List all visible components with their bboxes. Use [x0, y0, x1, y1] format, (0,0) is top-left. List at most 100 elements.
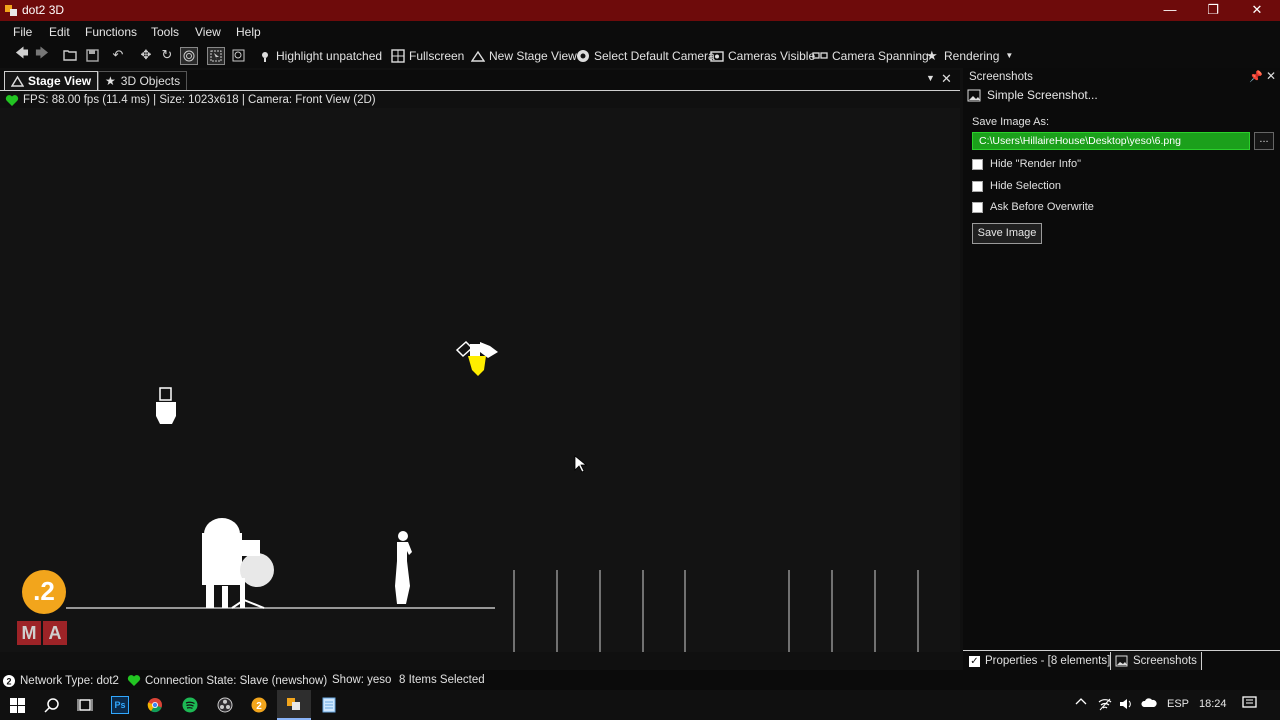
spotify-icon[interactable] — [173, 690, 207, 720]
dot2-3d-taskbar-icon[interactable] — [277, 690, 311, 720]
singer-figure[interactable] — [395, 531, 412, 604]
minimize-button[interactable]: — — [1148, 0, 1192, 21]
close-icon[interactable]: ✕ — [1266, 69, 1276, 83]
orbit-icon[interactable] — [180, 47, 198, 65]
cameras-visible-label: Cameras Visible — [728, 48, 816, 63]
notepad-icon[interactable] — [312, 690, 346, 720]
tab-properties[interactable]: ✓ Properties - [8 elements] — [965, 652, 1114, 670]
search-icon[interactable] — [34, 690, 68, 720]
right-panel-tabs: ✓ Properties - [8 elements] Screenshots — [963, 650, 1280, 671]
glasses-icon — [812, 49, 828, 63]
windows-start-icon[interactable] — [0, 690, 34, 720]
fixture-selected[interactable] — [455, 340, 498, 376]
heart-icon — [5, 94, 19, 106]
new-stage-view-label: New Stage View — [489, 48, 577, 63]
hide-selection-checkbox[interactable] — [972, 180, 983, 192]
wifi-icon[interactable] — [1098, 697, 1112, 714]
dot2-ma-logo: .2 M A — [17, 570, 76, 652]
star-icon: ★ — [926, 47, 938, 63]
tab-screenshots[interactable]: Screenshots — [1110, 652, 1202, 671]
save-path-input[interactable] — [972, 132, 1250, 150]
menu-tools[interactable]: Tools — [151, 25, 179, 39]
connection-state-label: Connection State: Slave (newshow) — [145, 674, 328, 687]
rendering-dropdown[interactable]: ★ Rendering ▼ — [926, 47, 1013, 64]
clock[interactable]: 18:24 — [1199, 698, 1227, 710]
cameras-visible-button[interactable]: Cameras Visible — [710, 47, 815, 64]
heart-icon — [127, 675, 141, 686]
restore-button[interactable]: ❐ — [1191, 0, 1235, 21]
tab-properties-label: Properties - [8 elements] — [985, 655, 1111, 667]
select-default-camera-button[interactable]: Select Default Camera — [576, 47, 715, 64]
save-image-button[interactable]: Save Image — [972, 223, 1042, 244]
new-stage-view-button[interactable]: New Stage View — [470, 47, 577, 64]
stage-viewport[interactable]: .2 M A — [0, 108, 960, 652]
task-view-icon[interactable] — [68, 690, 102, 720]
network-type-label: Network Type: dot2 — [20, 675, 119, 687]
camera-spanning-label: Camera Spanning — [832, 48, 929, 63]
language-indicator[interactable]: ESP — [1167, 698, 1189, 710]
toolbar: 🡄 🡆 ↶ ✥ ↻ Highlight unpatched Fullscreen… — [0, 43, 1280, 68]
undo-icon[interactable]: ↶ — [110, 47, 126, 63]
title-bar: dot2 3D — ❐ ✕ — [0, 0, 1280, 21]
rendering-label: Rendering — [944, 48, 1000, 63]
highlight-unpatched-button[interactable]: Highlight unpatched — [258, 47, 382, 64]
menu-help[interactable]: Help — [236, 25, 261, 39]
svg-text:2: 2 — [6, 677, 11, 687]
dot2-onpc-icon[interactable]: 2 — [242, 690, 276, 720]
select-default-camera-label: Select Default Camera — [594, 48, 715, 63]
chevron-down-icon[interactable]: ▼ — [926, 73, 935, 83]
menu-edit[interactable]: Edit — [49, 25, 70, 39]
menu-view[interactable]: View — [195, 25, 221, 39]
logo-number: .2 — [22, 570, 66, 614]
ask-before-overwrite-label: Ask Before Overwrite — [990, 201, 1094, 213]
show-label: Show: yeso — [332, 674, 392, 686]
open-folder-icon[interactable] — [62, 47, 78, 63]
tab-stage-view[interactable]: Stage View — [4, 71, 99, 90]
fullscreen-button[interactable]: Fullscreen — [391, 47, 464, 64]
star-icon: ★ — [105, 74, 116, 88]
hide-selection-option[interactable]: Hide Selection — [972, 180, 1061, 192]
chevron-up-icon[interactable] — [1075, 696, 1087, 709]
ask-before-overwrite-checkbox[interactable] — [972, 201, 983, 213]
select-icon[interactable] — [207, 47, 225, 65]
truss-lines — [513, 570, 919, 652]
chrome-icon[interactable] — [138, 690, 172, 720]
close-icon[interactable]: ✕ — [941, 71, 952, 87]
image-icon — [1115, 655, 1128, 667]
menu-file[interactable]: File — [13, 25, 32, 39]
fullscreen-icon — [391, 48, 405, 63]
hide-render-info-label: Hide "Render Info" — [990, 158, 1081, 170]
mouse-cursor-icon — [574, 455, 588, 473]
stage-scene[interactable] — [0, 108, 960, 652]
onedrive-icon[interactable] — [1141, 697, 1157, 712]
volume-icon[interactable] — [1119, 697, 1133, 714]
browse-button[interactable]: ... — [1254, 132, 1274, 150]
tab-screenshots-label: Screenshots — [1133, 655, 1197, 667]
hide-render-info-checkbox[interactable] — [972, 158, 983, 170]
bulb-icon — [258, 49, 272, 63]
ask-before-overwrite-option[interactable]: Ask Before Overwrite — [972, 201, 1094, 213]
camera-spanning-button[interactable]: Camera Spanning — [812, 47, 929, 64]
rotate-icon[interactable]: ↻ — [159, 47, 175, 63]
pin-icon[interactable]: 📌 — [1249, 70, 1263, 83]
zoom-fit-icon[interactable] — [230, 47, 246, 63]
hide-render-info-option[interactable]: Hide "Render Info" — [972, 158, 1081, 170]
band-figures[interactable] — [202, 518, 274, 609]
fixture-left[interactable] — [156, 387, 176, 424]
close-button[interactable]: ✕ — [1235, 0, 1279, 21]
back-arrow-icon[interactable]: 🡄 — [14, 45, 30, 63]
move-icon[interactable]: ✥ — [138, 47, 154, 63]
camera-icon — [710, 49, 724, 63]
stage-tab-bar: Stage View ★ 3D Objects ▼ ✕ — [0, 70, 960, 91]
save-icon[interactable] — [84, 47, 100, 63]
notifications-icon[interactable] — [1242, 696, 1257, 713]
obs-icon[interactable] — [208, 690, 242, 720]
menu-functions[interactable]: Functions — [85, 25, 137, 39]
connection-state-status: Connection State: Slave (newshow) — [127, 674, 327, 687]
hide-selection-label: Hide Selection — [990, 180, 1061, 192]
tab-3d-objects[interactable]: ★ 3D Objects — [98, 71, 188, 90]
stage-icon — [11, 75, 24, 87]
photoshop-icon[interactable]: Ps — [103, 690, 137, 720]
forward-arrow-icon[interactable]: 🡆 — [34, 45, 50, 63]
dot2-icon: 2 — [3, 675, 15, 687]
